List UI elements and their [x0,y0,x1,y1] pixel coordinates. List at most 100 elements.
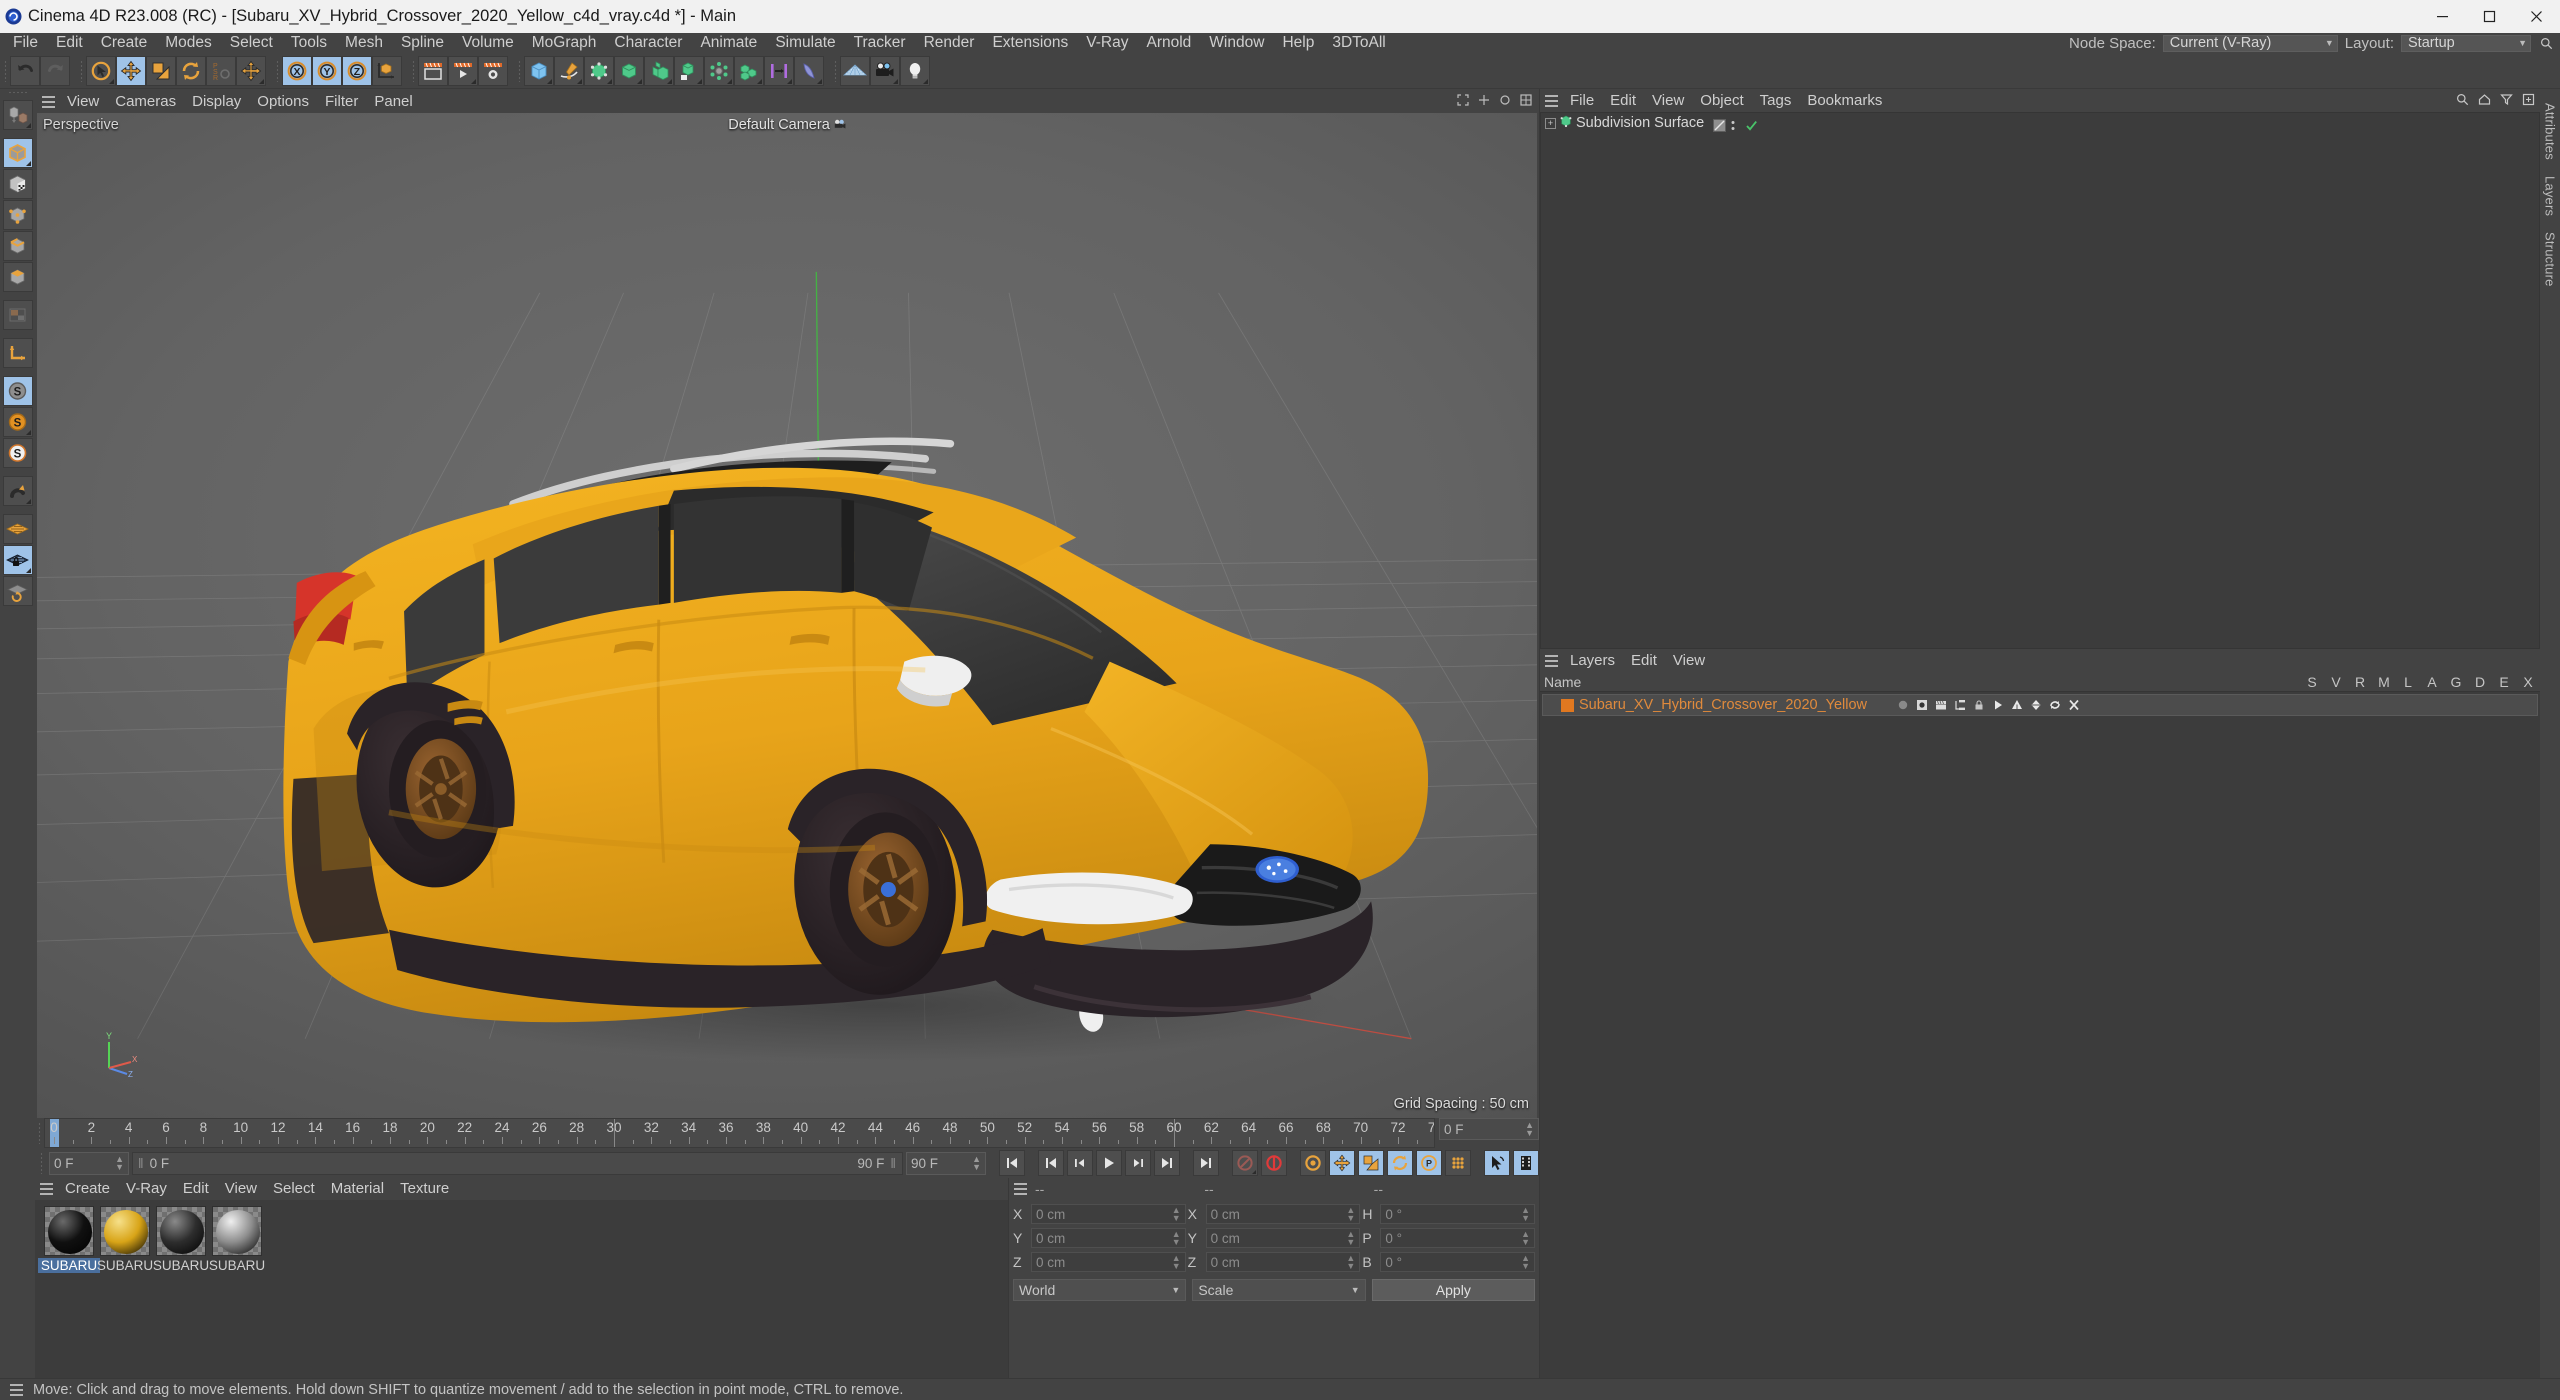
render-icon[interactable] [1934,699,1947,712]
keyframe-selection-button[interactable] [1300,1150,1326,1176]
tab-structure[interactable]: Structure [2541,224,2560,295]
render-view-button[interactable] [418,55,448,86]
render-settings-button[interactable] [478,55,508,86]
autokeying-button[interactable] [1261,1150,1287,1176]
menu-animate[interactable]: Animate [691,33,766,53]
menu-tools[interactable]: Tools [282,33,336,53]
viewport-menu-options[interactable]: Options [249,91,317,113]
psr-tool[interactable]: PSR [206,55,236,86]
material-menu-select[interactable]: Select [265,1178,323,1200]
lock-z-axis-button[interactable]: Z [342,55,372,86]
add-clones-button[interactable] [704,55,734,86]
world-object-coordinates-button[interactable] [372,55,402,86]
material-name[interactable]: SUBARU [37,1258,101,1273]
quantize-button[interactable]: S [2,438,33,468]
viewport-layout-icon[interactable] [1519,93,1533,107]
spinner-icon[interactable]: ▲ ▼ [115,1155,124,1172]
edges-mode-button[interactable] [2,231,33,261]
object-menu-edit[interactable]: Edit [1602,89,1644,112]
menu-volume[interactable]: Volume [453,33,523,53]
tab-layers[interactable]: Layers [2541,168,2560,224]
previous-keyframe-button[interactable] [1038,1150,1064,1176]
spinner-icon[interactable]: ▲ ▼ [1521,1206,1530,1223]
viewport-maximize-icon[interactable] [1456,93,1470,107]
menu-mograph[interactable]: MoGraph [523,33,606,53]
material-preview-sphere[interactable] [156,1206,206,1256]
snap-settings-button[interactable]: S [2,407,33,437]
material-preview-sphere[interactable] [212,1206,262,1256]
xref-icon[interactable] [2067,699,2080,712]
apply-button[interactable]: Apply [1371,1279,1535,1301]
spinner-icon[interactable]: ▲ ▼ [1172,1206,1181,1223]
menu-icon[interactable] [1009,1178,1031,1200]
material-menu-edit[interactable]: Edit [175,1178,217,1200]
add-floor-button[interactable] [840,55,870,86]
record-active-objects-button[interactable] [1232,1150,1258,1176]
toolbar-grip[interactable] [831,56,840,86]
menu-file[interactable]: File [4,33,47,53]
go-to-start-button[interactable] [999,1150,1025,1176]
spinner-icon[interactable]: ▲ ▼ [1346,1206,1355,1223]
menu-render[interactable]: Render [915,33,984,53]
filter-icon[interactable] [2499,92,2514,107]
manager-icon[interactable] [1953,699,1966,712]
texture-mode-button[interactable] [2,169,33,199]
object-menu-view[interactable]: View [1644,89,1692,112]
toolbar-grip[interactable] [1,56,10,86]
layer-column-r[interactable]: R [2348,674,2372,690]
point-level-animation-button[interactable] [1445,1150,1471,1176]
menu-help[interactable]: Help [1273,33,1323,53]
material-preview-sphere[interactable] [44,1206,94,1256]
toolbar-grip[interactable] [273,56,282,86]
spinner-icon[interactable]: ▲ ▼ [1521,1230,1530,1247]
transform-mode-select[interactable]: Scale ▼ [1192,1279,1366,1301]
rotate-tool[interactable] [176,55,206,86]
layer-column-x[interactable]: X [2516,674,2540,690]
make-editable-button[interactable] [2,100,33,130]
animation-icon[interactable] [1991,699,2004,712]
layer-column-l[interactable]: L [2396,674,2420,690]
menu-icon[interactable] [1540,650,1562,672]
viewport-menu-panel[interactable]: Panel [366,91,420,113]
layer-column-a[interactable]: A [2420,674,2444,690]
animation-mode-button[interactable] [1484,1150,1510,1176]
object-menu-object[interactable]: Object [1692,89,1751,112]
layer-column-e[interactable]: E [2492,674,2516,690]
search-icon[interactable] [2538,35,2554,51]
viewport-menu-view[interactable]: View [59,91,107,113]
menu-extensions[interactable]: Extensions [983,33,1077,53]
timeline-ruler[interactable]: 0246810121416182022242628303234363840424… [44,1118,1435,1148]
coordinate-system-select[interactable]: World ▼ [1013,1279,1187,1301]
menu-icon[interactable] [35,1178,57,1200]
layout-select[interactable]: Startup ▼ [2401,34,2531,52]
viewport-menu-filter[interactable]: Filter [317,91,366,113]
timeline-filmstrip-button[interactable] [1513,1150,1539,1176]
spinner-icon[interactable]: ▲ ▼ [1172,1254,1181,1271]
expand-toggle-icon[interactable]: + [1545,117,1556,129]
menu-vray[interactable]: V-Ray [1077,33,1137,53]
axis-mode-button[interactable] [2,338,33,368]
add-cube-button[interactable] [524,55,554,86]
add-bend-deformer-button[interactable] [794,55,824,86]
material-cell[interactable]: SUBARU [97,1206,153,1273]
phong-tag-icon[interactable] [1713,117,1727,132]
lock-y-axis-button[interactable]: Y [312,55,342,86]
planar-workplane-button[interactable] [2,576,33,606]
scale-key-button[interactable] [1358,1150,1384,1176]
object-tree[interactable]: + Subdivision Surface [1540,112,2540,649]
toolbar-grip[interactable] [409,56,418,86]
menu-icon[interactable] [5,1379,27,1400]
spinner-icon[interactable]: ▲ ▼ [972,1155,981,1172]
max-time-field[interactable]: 90 F ▲ ▼ [906,1151,986,1175]
lock-icon[interactable] [1972,699,1985,712]
uv-mode-button[interactable] [2,300,33,330]
coordinate-input-size-z[interactable]: 0 cm ▲ ▼ [1205,1252,1361,1272]
layer-menu-view[interactable]: View [1665,649,1713,672]
coordinate-input-rotation-h[interactable]: 0 ° ▲ ▼ [1380,1204,1536,1224]
deformers-icon[interactable] [2029,699,2042,712]
spinner-icon[interactable]: ▲ ▼ [1346,1254,1355,1271]
coordinate-input-position-x[interactable]: 0 cm ▲ ▼ [1031,1204,1186,1224]
lock-x-axis-button[interactable]: X [282,55,312,86]
model-mode-button[interactable] [2,138,33,168]
add-deformer-button[interactable] [764,55,794,86]
